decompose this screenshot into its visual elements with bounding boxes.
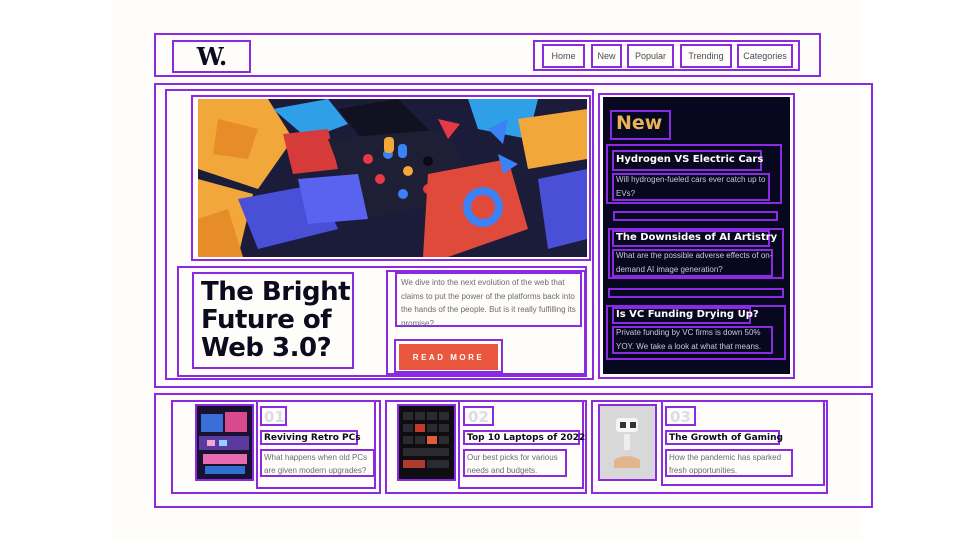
- sidebar-item-3-desc: Private funding by VC firms is down 50% …: [616, 328, 762, 351]
- card-2-title[interactable]: Top 10 Laptops of 2022: [463, 430, 585, 445]
- sidebar-title: New: [616, 112, 663, 134]
- sidebar-item-1-title[interactable]: Hydrogen VS Electric Cars: [616, 154, 763, 165]
- logo-text: W.: [196, 42, 228, 71]
- retro-pc-illustration: [197, 406, 252, 479]
- abstract-blocks-illustration: [198, 99, 587, 257]
- nav-trending[interactable]: Trending: [680, 44, 732, 68]
- card-2-desc: Our best picks for various needs and bud…: [463, 449, 567, 477]
- sidebar-item-2-desc: What are the possible adverse effects of…: [616, 251, 773, 274]
- nav-popular[interactable]: Popular: [627, 44, 674, 68]
- card-1-desc: What happens when old PCs are given mode…: [260, 449, 375, 477]
- hero-image[interactable]: [198, 99, 587, 257]
- sidebar-item-3-title[interactable]: Is VC Funding Drying Up?: [616, 309, 759, 320]
- hero-headline[interactable]: The Bright Future of Web 3.0?: [192, 272, 354, 369]
- nav-categories[interactable]: Categories: [737, 44, 793, 68]
- hero-description: We dive into the next evolution of the w…: [395, 272, 582, 328]
- sidebar-item-2-title[interactable]: The Downsides of AI Artistry: [616, 232, 777, 243]
- card-3-desc: How the pandemic has sparked fresh oppor…: [665, 449, 793, 477]
- card-1-image[interactable]: [195, 404, 254, 481]
- card-2-number: 02: [463, 406, 494, 426]
- sidebar-divider-2: [608, 288, 784, 298]
- vr-gaming-illustration: [600, 406, 655, 479]
- card-1-number: 01: [260, 406, 287, 426]
- card-2-image[interactable]: [397, 404, 456, 481]
- nav-new[interactable]: New: [591, 44, 622, 68]
- card-3-image[interactable]: [598, 404, 657, 481]
- nav-home[interactable]: Home: [542, 44, 585, 68]
- card-3-title[interactable]: The Growth of Gaming: [665, 430, 783, 445]
- logo[interactable]: W.: [172, 40, 251, 73]
- card-3-number: 03: [665, 406, 696, 426]
- sidebar-item-1-desc: Will hydrogen-fueled cars ever catch up …: [616, 175, 766, 198]
- sidebar-divider-1: [613, 211, 778, 221]
- laptop-keyboard-illustration: [399, 406, 454, 479]
- read-more-button[interactable]: READ MORE: [399, 344, 498, 370]
- card-1-title[interactable]: Reviving Retro PCs: [260, 430, 361, 445]
